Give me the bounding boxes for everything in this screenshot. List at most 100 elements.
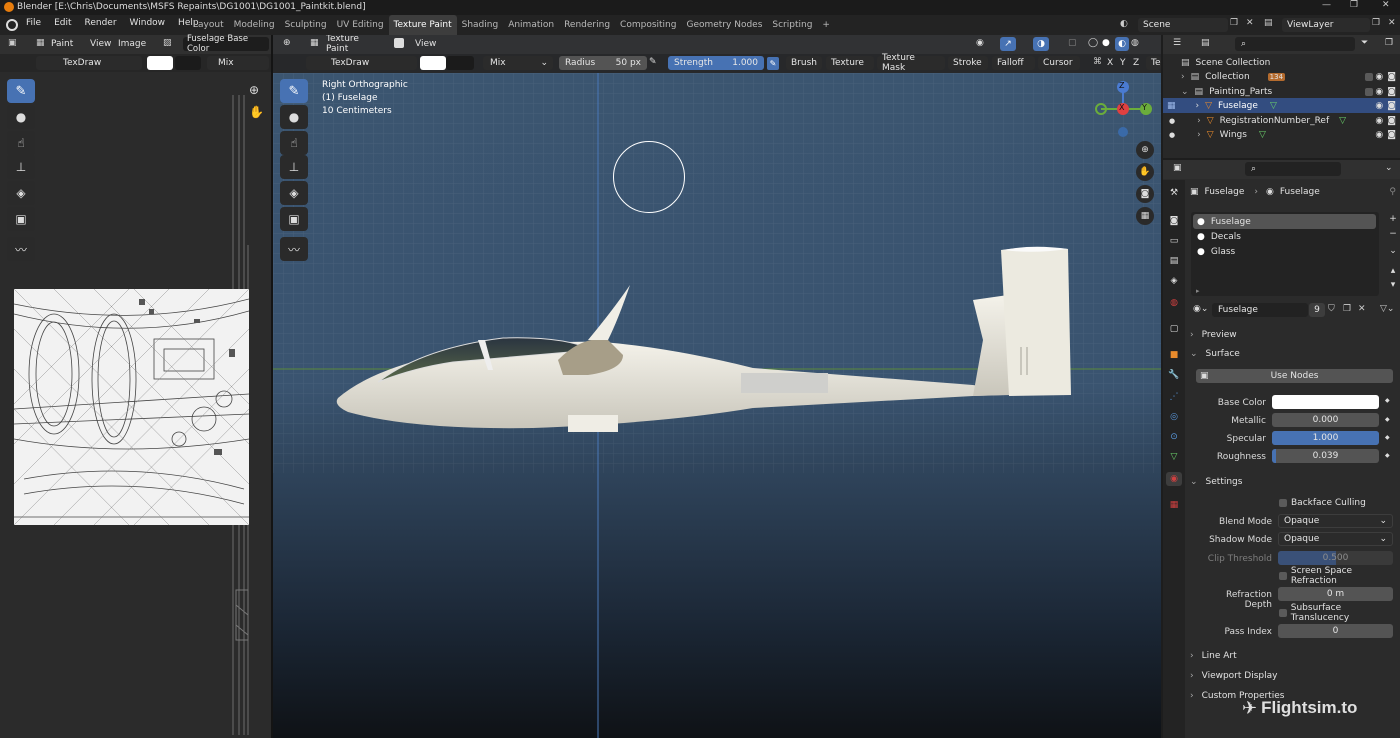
mirror-x-toggle[interactable]: X — [1107, 58, 1113, 68]
backface-culling-checkbox[interactable] — [1279, 498, 1287, 507]
pin-icon[interactable]: ⌄ — [1385, 163, 1393, 173]
panel-surface[interactable]: ⌄ Surface — [1190, 346, 1400, 361]
mirror-y-toggle[interactable]: Y — [1120, 58, 1126, 68]
paint-mode-indicator-icon[interactable]: ▦ — [1167, 101, 1176, 111]
color-secondary-swatch[interactable] — [175, 56, 201, 70]
camera-icon[interactable]: ◙ — [1387, 116, 1396, 126]
brush-color-swatch[interactable] — [147, 56, 173, 70]
keyframe-dot-icon[interactable]: ◆ — [1385, 452, 1390, 459]
camera-icon[interactable]: ◙ — [1387, 87, 1396, 97]
menu-window[interactable]: Window — [130, 18, 166, 28]
strength-pressure-icon[interactable]: ✎ — [767, 57, 779, 70]
fake-user-shield-icon[interactable]: ⛉ — [1328, 304, 1335, 314]
vp-tool-clone[interactable]: ⊥ — [280, 155, 308, 179]
tab-layout[interactable]: Layout — [188, 15, 229, 35]
navigation-gizmo[interactable]: Z X Y — [1091, 79, 1155, 143]
eye-icon[interactable]: ◉ — [1375, 101, 1383, 111]
pin-icon[interactable]: ⚲ — [1389, 187, 1396, 197]
tab-scripting[interactable]: Scripting — [767, 15, 817, 35]
vp-tool-smear[interactable]: ☝ — [280, 131, 308, 155]
link-type-icon[interactable]: ▽⌄ — [1380, 304, 1394, 314]
rendered-shading-icon[interactable]: ◍ — [1131, 38, 1139, 48]
world-tab-icon[interactable]: ◍ — [1166, 296, 1182, 310]
material-slot-fuselage[interactable]: ● Fuselage — [1193, 214, 1376, 229]
material-users-count[interactable]: 9 — [1309, 303, 1325, 317]
move-slot-up-button[interactable]: ▴ — [1386, 265, 1400, 277]
vp-tool-mask[interactable]: ▣ — [280, 207, 308, 231]
visibility-icon[interactable]: ◉ — [976, 38, 984, 48]
eye-icon[interactable]: ◉ — [1375, 130, 1383, 140]
tab-uv-editing[interactable]: UV Editing — [332, 15, 389, 35]
output-tab-icon[interactable]: ▭ — [1166, 234, 1182, 248]
blender-menu-icon[interactable] — [6, 19, 18, 31]
add-slot-button[interactable]: + — [1386, 212, 1400, 226]
panel-settings[interactable]: ⌄ Settings — [1190, 474, 1400, 489]
eye-icon[interactable]: ◉ — [1375, 116, 1383, 126]
texture-tab-icon[interactable]: ▦ — [1166, 498, 1182, 512]
unlink-material-icon[interactable]: ✕ — [1358, 304, 1366, 314]
base-color-swatch[interactable] — [1272, 395, 1379, 409]
metallic-slider[interactable]: 0.000 — [1272, 413, 1379, 427]
close-button[interactable]: ✕ — [1382, 0, 1390, 10]
new-view-layer-icon[interactable]: ❐ — [1372, 18, 1380, 28]
viewport-color-swatch[interactable] — [420, 56, 446, 70]
solid-shading-icon[interactable]: ● — [1102, 38, 1110, 48]
texture-mask-menu[interactable]: Texture Mask — [877, 53, 945, 73]
modifier-tab-icon[interactable]: 🔧 — [1166, 368, 1182, 382]
scene-tab-icon[interactable]: ◈ — [1166, 274, 1182, 288]
camera-icon[interactable]: ◙ — [1387, 72, 1396, 82]
use-nodes-button[interactable]: ▣ Use Nodes — [1196, 369, 1393, 383]
subsurface-row[interactable]: Subsurface Translucency — [1279, 603, 1399, 623]
blend-mode-select[interactable]: Opaque ⌄ — [1278, 514, 1393, 528]
physics-tab-icon[interactable]: ◎ — [1166, 410, 1182, 424]
editor-type-3d-icon[interactable]: ⊕ — [283, 38, 291, 48]
object-tab-icon[interactable]: ■ — [1166, 348, 1182, 362]
duplicate-material-icon[interactable]: ❐ — [1343, 304, 1351, 314]
vp-tool-fill[interactable]: ◈ — [280, 181, 308, 205]
constraints-tab-icon[interactable]: ⊙ — [1166, 430, 1182, 444]
falloff-menu[interactable]: Falloff — [992, 56, 1035, 70]
exclude-checkbox[interactable] — [1365, 72, 1374, 81]
camera-icon[interactable]: ◙ — [1387, 130, 1396, 140]
viewport-view-menu[interactable]: View — [415, 39, 436, 49]
pan-view-icon[interactable]: ✋ — [1136, 163, 1154, 181]
remove-slot-button[interactable]: − — [1386, 227, 1400, 241]
strength-slider[interactable]: Strength 1.000 — [668, 56, 764, 70]
material-name-field[interactable]: Fuselage — [1212, 303, 1308, 317]
wireframe-shading-icon[interactable]: ◯ — [1088, 38, 1098, 48]
viewport-brush-selector[interactable]: TexDraw — [306, 56, 417, 70]
display-mode-icon[interactable]: ▤ — [1201, 38, 1210, 48]
data-tab-icon[interactable]: ▽ — [1166, 450, 1182, 464]
add-workspace-button[interactable]: + — [817, 15, 835, 35]
mask-toggle-icon[interactable] — [394, 38, 404, 48]
ssr-row[interactable]: Screen Space Refraction — [1279, 566, 1399, 586]
radius-slider[interactable]: Radius 50 px — [559, 56, 647, 70]
maximize-button[interactable]: ❐ — [1350, 0, 1358, 10]
list-resize-handle[interactable]: ▸ — [1196, 287, 1200, 295]
filter-icon[interactable]: ⏷ — [1361, 38, 1368, 48]
browse-material-icon[interactable]: ◉⌄ — [1193, 304, 1208, 314]
panel-viewport-display[interactable]: › Viewport Display — [1190, 668, 1400, 683]
tab-modeling[interactable]: Modeling — [229, 15, 280, 35]
camera-view-icon[interactable]: ◙ — [1136, 185, 1154, 203]
material-shading-icon[interactable]: ◐ — [1115, 37, 1129, 51]
properties-editor-icon[interactable]: ▣ — [1173, 163, 1182, 173]
gizmo-toggle-icon[interactable]: ↗ — [1000, 37, 1016, 51]
stroke-menu[interactable]: Stroke — [948, 56, 988, 70]
tab-texture-paint[interactable]: Texture Paint — [388, 15, 457, 35]
editor-type-icon[interactable]: ▣ — [8, 38, 17, 48]
ortho-toggle-icon[interactable]: ▦ — [1136, 207, 1154, 225]
mirror-z-toggle[interactable]: Z — [1133, 58, 1139, 68]
viewport-blend-dropdown[interactable]: Mix ⌄ — [483, 56, 553, 70]
radius-pressure-icon[interactable]: ✎ — [649, 57, 657, 67]
3d-viewport[interactable]: ⊕ ▦ Texture Paint View ◉ ↗ ◑ ▢ ◯ ● ◐ ◍ T… — [273, 35, 1161, 738]
tool-mask[interactable]: ▣ — [7, 207, 35, 231]
tab-animation[interactable]: Animation — [503, 15, 559, 35]
outliner-item-fuselage[interactable]: ▦ › ▽ Fuselage ▽ ◉ ◙ — [1163, 98, 1400, 113]
keyframe-dot-icon[interactable]: ◆ — [1385, 434, 1390, 441]
tool-annotate[interactable]: 〰 — [7, 237, 35, 261]
tool-clone[interactable]: ⊥ — [7, 155, 35, 179]
render-tab-icon[interactable]: ◙ — [1166, 214, 1182, 228]
view-layer-tab-icon[interactable]: ▤ — [1166, 254, 1182, 268]
view-menu[interactable]: View — [90, 39, 111, 49]
